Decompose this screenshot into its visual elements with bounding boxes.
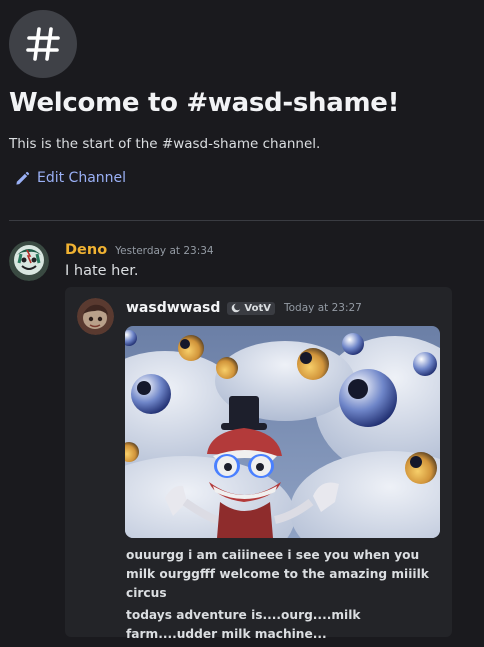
edit-channel-button[interactable]: Edit Channel [15,170,126,186]
message-text: I hate her. [65,263,139,279]
message-header: Deno Yesterday at 23:34 [65,242,214,258]
embed-timestamp: Today at 23:27 [284,302,362,314]
divider [9,220,484,221]
forwarded-message-embed: wasdwwasd VotV Today at 23:27 ouuurgg i … [65,287,452,641]
clan-tag-badge[interactable]: VotV [227,301,275,315]
welcome-title: Welcome to #wasd-shame! [9,88,400,118]
avatar[interactable] [9,241,49,281]
username[interactable]: Deno [65,242,107,258]
moon-icon [232,303,242,313]
embed-header: wasdwwasd VotV Today at 23:27 [126,300,362,316]
embed-image[interactable] [125,326,440,538]
welcome-subtitle: This is the start of the #wasd-shame cha… [9,136,321,152]
timestamp: Yesterday at 23:34 [115,245,214,257]
embed-username[interactable]: wasdwwasd [126,300,220,316]
embed-paragraph: ouuurgg i am caiiineee i see you when yo… [126,548,429,600]
pencil-icon [16,171,30,185]
edit-channel-label: Edit Channel [37,170,127,186]
embed-text: ouuurgg i am caiiineee i see you when yo… [126,546,446,644]
embed-paragraph: todays adventure is....ourg....milk farm… [126,608,361,641]
clan-tag-label: VotV [244,302,271,314]
hashtag-icon [26,27,60,61]
channel-hashtag-badge [9,10,77,78]
embed-avatar[interactable] [77,298,114,335]
